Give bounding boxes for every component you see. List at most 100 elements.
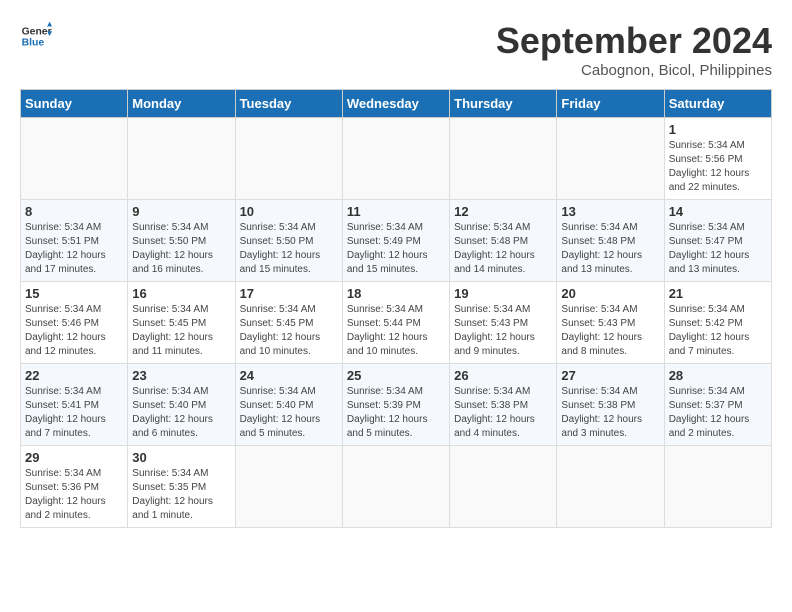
calendar-day: 8 Sunrise: 5:34 AMSunset: 5:51 PMDaylight… [21,200,128,282]
day-number: 13 [561,204,659,219]
calendar-week-1: 8 Sunrise: 5:34 AMSunset: 5:51 PMDaylight… [21,200,772,282]
calendar-day: 14Sunrise: 5:34 AMSunset: 5:47 PMDayligh… [664,200,771,282]
day-number: 23 [132,368,230,383]
header: General Blue September 2024 Cabognon, Bi… [20,20,772,79]
day-number: 16 [132,286,230,301]
day-info: Sunrise: 5:34 AMSunset: 5:40 PMDaylight:… [240,386,321,439]
day-number: 17 [240,286,338,301]
calendar-day [342,446,449,528]
day-info: Sunrise: 5:34 AMSunset: 5:50 PMDaylight:… [132,222,213,275]
day-number: 27 [561,368,659,383]
day-header-saturday: Saturday [664,90,771,118]
calendar-day [664,446,771,528]
calendar-day: 18Sunrise: 5:34 AMSunset: 5:44 PMDayligh… [342,282,449,364]
location-title: Cabognon, Bicol, Philippines [496,62,772,79]
calendar-day: 16 Sunrise: 5:34 AMSunset: 5:45 PMDayligh… [128,282,235,364]
day-number: 28 [669,368,767,383]
day-info: Sunrise: 5:34 AMSunset: 5:43 PMDaylight:… [454,304,535,357]
day-info: Sunrise: 5:34 AMSunset: 5:48 PMDaylight:… [454,222,535,275]
day-info: Sunrise: 5:34 AMSunset: 5:46 PMDaylight:… [25,304,106,357]
calendar-day: 25 Sunrise: 5:34 AMSunset: 5:39 PMDayligh… [342,364,449,446]
day-header-tuesday: Tuesday [235,90,342,118]
day-number: 14 [669,204,767,219]
calendar-day [128,118,235,200]
day-info: Sunrise: 5:34 AMSunset: 5:43 PMDaylight:… [561,304,642,357]
day-info: Sunrise: 5:34 AMSunset: 5:42 PMDaylight:… [669,304,750,357]
day-number: 1 [669,122,767,137]
calendar-day: 20 Sunrise: 5:34 AMSunset: 5:43 PMDayligh… [557,282,664,364]
day-number: 25 [347,368,445,383]
day-number: 29 [25,450,123,465]
calendar-day: 12 Sunrise: 5:34 AMSunset: 5:48 PMDayligh… [450,200,557,282]
calendar-body: 1 Sunrise: 5:34 AMSunset: 5:56 PMDaylight… [21,118,772,528]
calendar-week-0: 1 Sunrise: 5:34 AMSunset: 5:56 PMDaylight… [21,118,772,200]
day-info: Sunrise: 5:34 AMSunset: 5:39 PMDaylight:… [347,386,428,439]
day-info: Sunrise: 5:34 AMSunset: 5:40 PMDaylight:… [132,386,213,439]
title-area: September 2024 Cabognon, Bicol, Philippi… [496,20,772,79]
day-number: 11 [347,204,445,219]
calendar-day [342,118,449,200]
calendar-day: 17Sunrise: 5:34 AMSunset: 5:45 PMDayligh… [235,282,342,364]
calendar-day: 19 Sunrise: 5:34 AMSunset: 5:43 PMDayligh… [450,282,557,364]
day-number: 12 [454,204,552,219]
day-number: 10 [240,204,338,219]
day-number: 20 [561,286,659,301]
day-info: Sunrise: 5:34 AMSunset: 5:49 PMDaylight:… [347,222,428,275]
calendar-day [557,118,664,200]
day-number: 22 [25,368,123,383]
day-info: Sunrise: 5:34 AMSunset: 5:38 PMDaylight:… [454,386,535,439]
day-header-friday: Friday [557,90,664,118]
calendar-day: 22Sunrise: 5:34 AMSunset: 5:41 PMDayligh… [21,364,128,446]
day-number: 26 [454,368,552,383]
day-info: Sunrise: 5:34 AMSunset: 5:36 PMDaylight:… [25,468,106,521]
day-info: Sunrise: 5:34 AMSunset: 5:35 PMDaylight:… [132,468,213,521]
day-info: Sunrise: 5:34 AMSunset: 5:50 PMDaylight:… [240,222,321,275]
calendar-day: 30 Sunrise: 5:34 AMSunset: 5:35 PMDayligh… [128,446,235,528]
calendar-day: 27 Sunrise: 5:34 AMSunset: 5:38 PMDayligh… [557,364,664,446]
logo-icon: General Blue [20,20,52,52]
day-info: Sunrise: 5:34 AMSunset: 5:56 PMDaylight:… [669,140,750,193]
calendar-day [21,118,128,200]
day-header-thursday: Thursday [450,90,557,118]
calendar-header: SundayMondayTuesdayWednesdayThursdayFrid… [21,90,772,118]
day-number: 8 [25,204,123,219]
day-header-sunday: Sunday [21,90,128,118]
calendar-day: 24 Sunrise: 5:34 AMSunset: 5:40 PMDayligh… [235,364,342,446]
header-row: SundayMondayTuesdayWednesdayThursdayFrid… [21,90,772,118]
day-number: 18 [347,286,445,301]
calendar-day [557,446,664,528]
calendar-day: 13 Sunrise: 5:34 AMSunset: 5:48 PMDayligh… [557,200,664,282]
calendar-day [450,446,557,528]
calendar-day: 21 Sunrise: 5:34 AMSunset: 5:42 PMDayligh… [664,282,771,364]
day-number: 21 [669,286,767,301]
day-header-wednesday: Wednesday [342,90,449,118]
day-header-monday: Monday [128,90,235,118]
logo: General Blue [20,20,52,52]
day-info: Sunrise: 5:34 AMSunset: 5:45 PMDaylight:… [132,304,213,357]
day-info: Sunrise: 5:34 AMSunset: 5:38 PMDaylight:… [561,386,642,439]
svg-text:General: General [22,26,52,37]
day-info: Sunrise: 5:34 AMSunset: 5:51 PMDaylight:… [25,222,106,275]
day-number: 15 [25,286,123,301]
calendar-day [450,118,557,200]
day-number: 30 [132,450,230,465]
day-number: 24 [240,368,338,383]
day-info: Sunrise: 5:34 AMSunset: 5:48 PMDaylight:… [561,222,642,275]
day-number: 9 [132,204,230,219]
month-title: September 2024 [496,20,772,62]
calendar-week-4: 29 Sunrise: 5:34 AMSunset: 5:36 PMDayligh… [21,446,772,528]
calendar-day: 15 Sunrise: 5:34 AMSunset: 5:46 PMDayligh… [21,282,128,364]
day-number: 19 [454,286,552,301]
calendar-week-2: 15 Sunrise: 5:34 AMSunset: 5:46 PMDayligh… [21,282,772,364]
calendar-day: 11 Sunrise: 5:34 AMSunset: 5:49 PMDayligh… [342,200,449,282]
calendar-day: 26 Sunrise: 5:34 AMSunset: 5:38 PMDayligh… [450,364,557,446]
calendar-day: 9 Sunrise: 5:34 AMSunset: 5:50 PMDaylight… [128,200,235,282]
calendar-day: 10 Sunrise: 5:34 AMSunset: 5:50 PMDayligh… [235,200,342,282]
calendar-week-3: 22Sunrise: 5:34 AMSunset: 5:41 PMDayligh… [21,364,772,446]
calendar-day [235,118,342,200]
calendar-day: 28Sunrise: 5:34 AMSunset: 5:37 PMDayligh… [664,364,771,446]
calendar-day [235,446,342,528]
svg-text:Blue: Blue [22,38,45,49]
calendar-day: 23 Sunrise: 5:34 AMSunset: 5:40 PMDayligh… [128,364,235,446]
calendar-table: SundayMondayTuesdayWednesdayThursdayFrid… [20,89,772,528]
